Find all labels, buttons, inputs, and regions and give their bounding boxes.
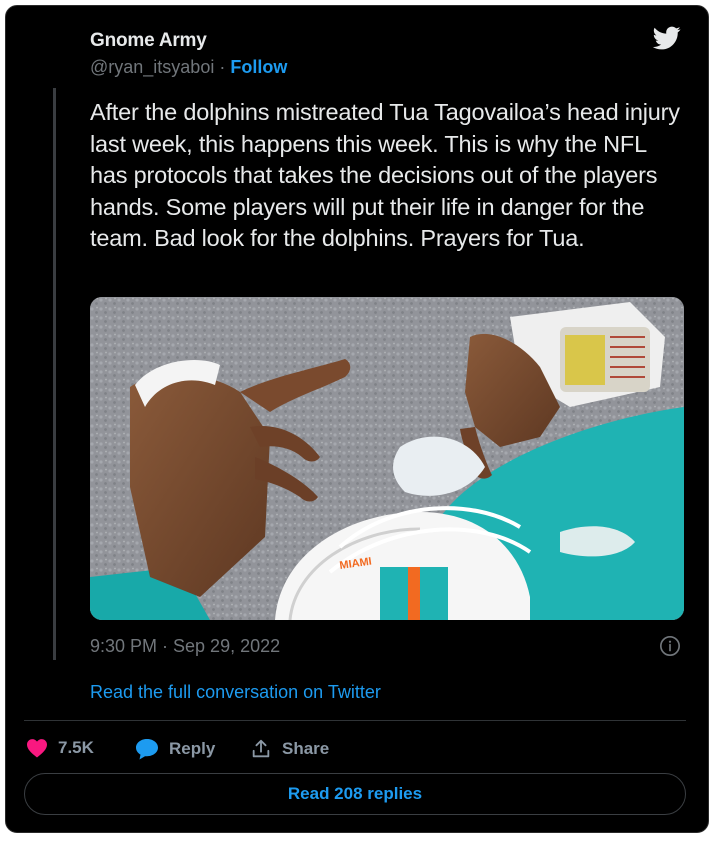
heart-icon xyxy=(27,739,47,758)
read-conversation-link[interactable]: Read the full conversation on Twitter xyxy=(90,682,381,703)
reply-button[interactable]: Reply xyxy=(135,738,215,760)
tweet-timestamp[interactable]: 9:30 PM · Sep 29, 2022 xyxy=(90,636,280,657)
info-icon[interactable] xyxy=(659,635,681,657)
twitter-bird-icon[interactable] xyxy=(650,24,684,52)
like-button[interactable]: 7.5K xyxy=(26,738,94,758)
thread-line xyxy=(53,88,56,660)
share-button[interactable]: Share xyxy=(250,738,329,760)
author-display-name[interactable]: Gnome Army xyxy=(90,30,207,52)
author-handle-row: @ryan_itsyaboi · Follow xyxy=(90,57,287,78)
reply-label: Reply xyxy=(169,739,216,758)
likes-count: 7.5K xyxy=(58,738,94,757)
read-replies-button[interactable]: Read 208 replies xyxy=(24,773,686,815)
handle-separator: · xyxy=(219,57,226,77)
tweet-text: After the dolphins mistreated Tua Tagova… xyxy=(90,99,680,251)
author-handle[interactable]: @ryan_itsyaboi xyxy=(90,57,214,77)
share-label: Share xyxy=(282,739,330,758)
divider xyxy=(24,720,686,721)
tweet-photo-illustration: MIAMI xyxy=(90,297,684,620)
share-upload-icon xyxy=(252,739,270,758)
speech-bubble-icon xyxy=(136,739,158,760)
follow-link[interactable]: Follow xyxy=(230,57,287,77)
tweet-photo[interactable]: MIAMI xyxy=(90,297,684,620)
